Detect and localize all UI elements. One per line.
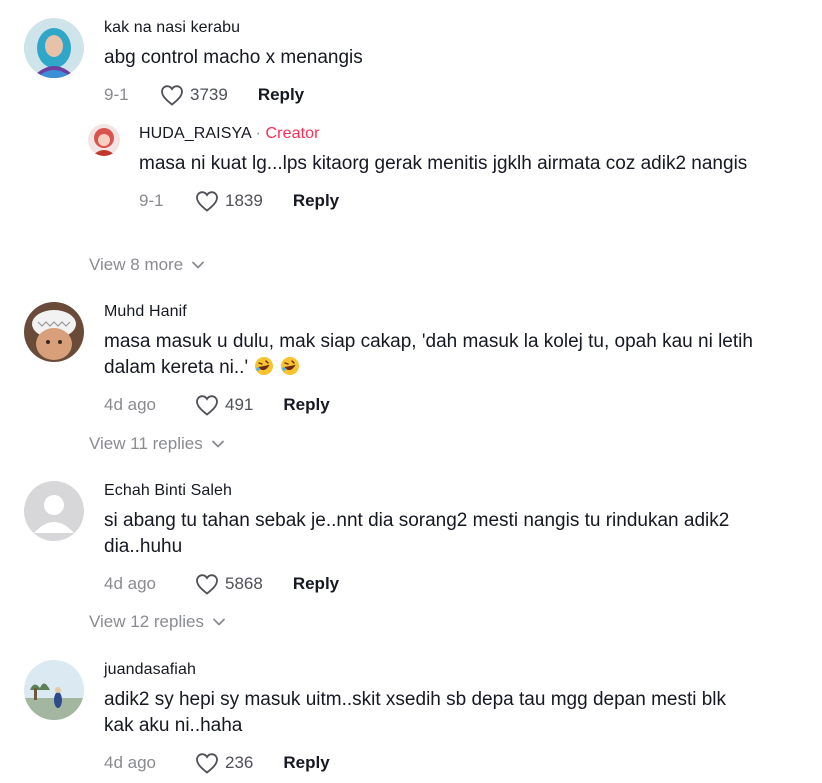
reply-button[interactable]: Reply [283, 753, 329, 773]
comment-date: 4d ago [104, 395, 156, 414]
avatar[interactable] [24, 18, 84, 78]
view-more-replies-button[interactable]: View 8 more [89, 255, 205, 275]
heart-icon [161, 85, 183, 106]
comment-date: 4d ago [104, 574, 156, 593]
avatar-photo-icon [24, 660, 84, 720]
like-button[interactable]: 5868 [195, 573, 263, 595]
like-button[interactable]: 1839 [195, 190, 263, 212]
view-more-label: View 11 replies [89, 434, 203, 453]
comment-username[interactable]: juandasafiah [104, 660, 804, 680]
comment-username[interactable]: Muhd Hanif [104, 302, 804, 322]
heart-icon [196, 191, 218, 212]
comment-date: 9-1 [139, 191, 164, 210]
like-button[interactable]: 3739 [160, 84, 228, 106]
view-more-replies-button[interactable]: View 11 replies [89, 434, 225, 454]
default-avatar-icon [24, 481, 84, 541]
reply-button[interactable]: Reply [283, 395, 329, 415]
reply-button[interactable]: Reply [293, 574, 339, 594]
comment-text: masa masuk u dulu, mak siap cakap, 'dah … [104, 331, 753, 378]
chevron-down-icon [213, 618, 225, 626]
like-count: 3739 [190, 85, 228, 104]
chevron-down-icon [192, 261, 205, 269]
comment-text: si abang tu tahan sebak je..nnt dia sora… [104, 510, 730, 557]
avatar[interactable] [24, 302, 84, 362]
comment-text: masa ni kuat lg...lps kitaorg gerak meni… [139, 153, 748, 174]
comment-username[interactable]: kak na nasi kerabu [104, 18, 804, 38]
comment-username[interactable]: HUDA_RAISYA [139, 125, 251, 142]
like-button[interactable]: 491 [195, 394, 253, 416]
heart-icon [196, 395, 218, 416]
heart-icon [196, 753, 218, 774]
view-more-label: View 12 replies [89, 612, 204, 631]
like-button[interactable]: 236 [195, 752, 253, 774]
avatar[interactable] [24, 660, 84, 720]
avatar[interactable] [24, 481, 84, 541]
like-count: 236 [225, 753, 254, 772]
like-count: 1839 [225, 191, 263, 210]
avatar-photo-icon [24, 18, 84, 78]
reply-button[interactable]: Reply [293, 191, 339, 211]
comment-date: 4d ago [104, 753, 156, 772]
like-count: 491 [225, 395, 254, 414]
avatar[interactable] [88, 124, 120, 156]
reply-button[interactable]: Reply [258, 85, 304, 105]
view-more-replies-button[interactable]: View 12 replies [89, 612, 226, 632]
rolling-laughing-emoji-icon [281, 357, 300, 375]
comment-text: adik2 sy hepi sy masuk uitm..skit xsedih… [104, 689, 727, 736]
comment-text: abg control macho x menangis [104, 47, 363, 68]
comment-username[interactable]: Echah Binti Saleh [104, 481, 804, 501]
avatar-photo-icon [88, 124, 120, 156]
view-more-label: View 8 more [89, 255, 184, 274]
avatar-photo-icon [24, 302, 84, 362]
like-count: 5868 [225, 574, 263, 593]
heart-icon [196, 574, 218, 595]
creator-badge: Creator [265, 125, 320, 142]
chevron-down-icon [211, 440, 224, 448]
creator-separator: · [255, 125, 261, 142]
comment-date: 9-1 [104, 85, 129, 104]
rolling-laughing-emoji-icon [255, 357, 274, 375]
